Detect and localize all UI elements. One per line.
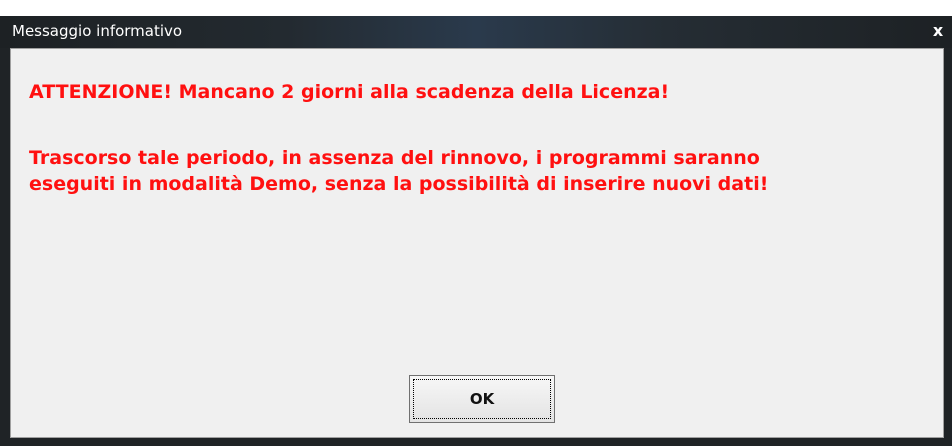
message-dialog: Messaggio informativo x ATTENZIONE! Manc… — [0, 16, 952, 446]
title-bar[interactable]: Messaggio informativo x — [0, 16, 952, 48]
dialog-body: ATTENZIONE! Mancano 2 giorni alla scaden… — [10, 48, 944, 438]
ok-button[interactable]: OK — [409, 375, 555, 423]
close-icon[interactable]: x — [928, 20, 948, 42]
info-message-line: Trascorso tale periodo, in assenza del r… — [29, 147, 760, 169]
info-message-line: eseguiti in modalità Demo, senza la poss… — [29, 173, 769, 195]
ok-button-label: OK — [413, 379, 551, 419]
warning-message-line: ATTENZIONE! Mancano 2 giorni alla scaden… — [29, 81, 670, 103]
dialog-title: Messaggio informativo — [12, 22, 183, 40]
